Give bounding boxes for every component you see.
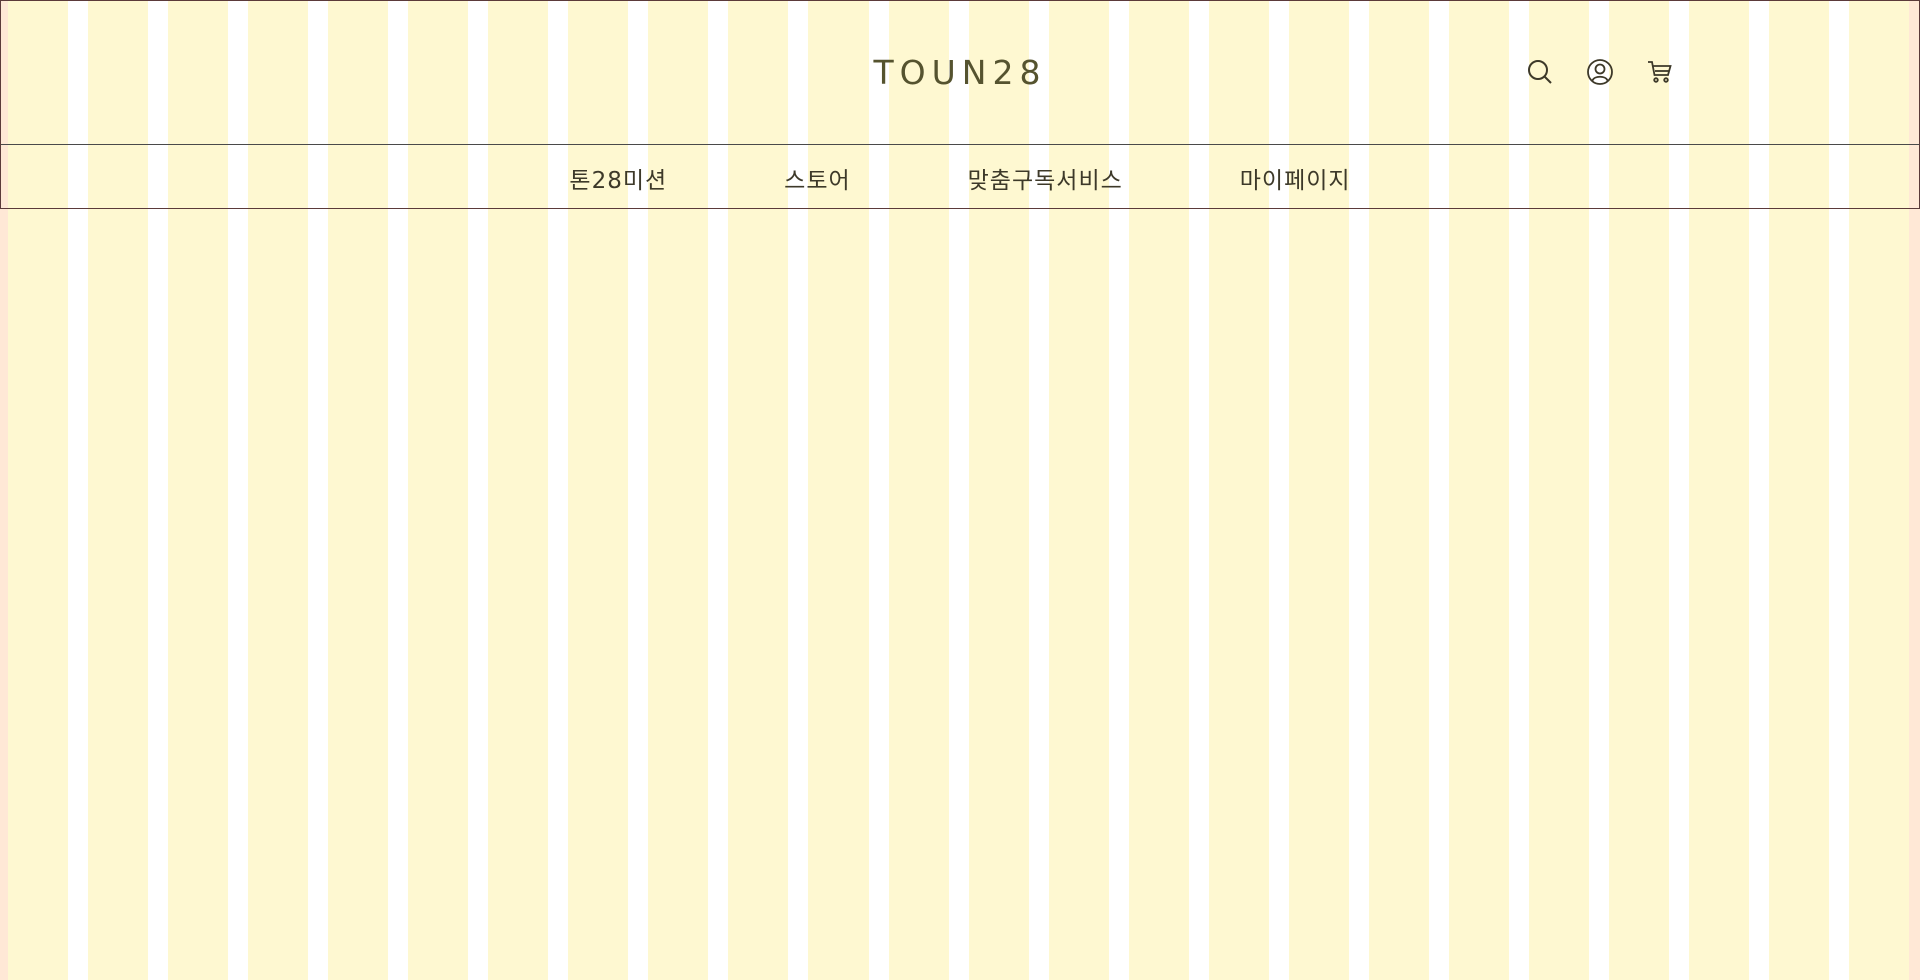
nav-item-subscription[interactable]: 맞춤구독서비스: [968, 159, 1123, 195]
brand-logo[interactable]: TOUN28: [874, 53, 1047, 92]
cart-icon[interactable]: [1645, 57, 1675, 87]
search-icon[interactable]: [1525, 57, 1555, 87]
header-topbar: TOUN28: [1, 1, 1919, 145]
nav-item-mission[interactable]: 톤28미션: [569, 159, 667, 195]
nav-item-store[interactable]: 스토어: [784, 159, 850, 195]
main-navigation: 톤28미션 스토어 맞춤구독서비스 마이페이지: [1, 145, 1919, 208]
site-header: TOUN28 톤28미션 스토어 맞춤구독서비스 마이페이지: [0, 0, 1920, 209]
nav-item-mypage[interactable]: 마이페이지: [1240, 159, 1351, 195]
header-utilities: [1525, 57, 1675, 87]
user-icon[interactable]: [1585, 57, 1615, 87]
